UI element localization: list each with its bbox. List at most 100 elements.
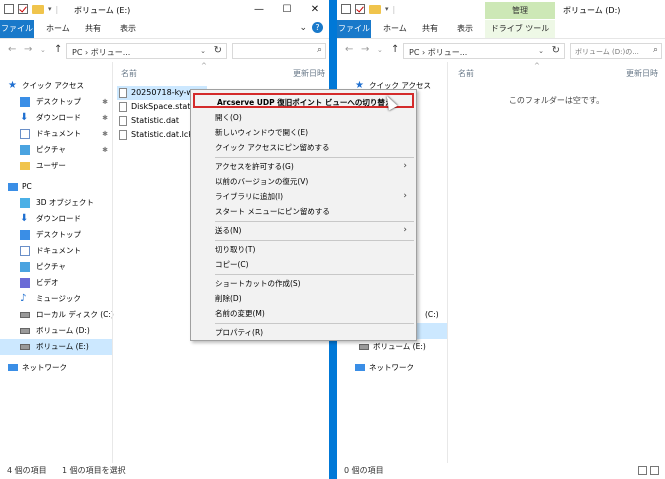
menu-item-restore-previous[interactable]: 以前のバージョンの復元(V) [191, 174, 416, 189]
pin-icon[interactable]: ✱ [102, 142, 108, 158]
nav-item-downloads-pc[interactable]: ⬇ ダウンロード [0, 211, 112, 227]
menu-item-give-access[interactable]: アクセスを許可する(G) › [191, 159, 416, 174]
refresh-icon[interactable]: ↻ [214, 45, 222, 56]
tab-manage[interactable]: 管理 [485, 2, 555, 19]
menu-item-cut[interactable]: 切り取り(T) [191, 242, 416, 257]
nav-item-desktop[interactable]: デスクトップ ✱ [0, 94, 112, 110]
nav-item-downloads[interactable]: ⬇ ダウンロード ✱ [0, 110, 112, 126]
menu-item-send-to[interactable]: 送る(N) › [191, 223, 416, 238]
refresh-icon[interactable]: ↻ [552, 45, 560, 56]
nav-item-quick-access[interactable]: ★ クイック アクセス [0, 78, 112, 94]
menu-item-include-library[interactable]: ライブラリに追加(I) › [191, 189, 416, 204]
large-icons-view-icon[interactable] [650, 466, 659, 475]
drive-icon [359, 344, 369, 350]
nav-item-pictures-pc[interactable]: ピクチャ [0, 259, 112, 275]
nav-item-videos[interactable]: ビデオ [0, 275, 112, 291]
menu-item-copy[interactable]: コピー(C) [191, 257, 416, 272]
breadcrumb[interactable]: PC › ボリュー... [72, 47, 130, 58]
tab-drive-tools[interactable]: ドライブ ツール [485, 20, 555, 38]
tab-share[interactable]: 共有 [85, 20, 101, 38]
up-arrow-icon[interactable]: ↑ [391, 44, 399, 55]
recent-dropdown-icon[interactable]: ⌄ [377, 46, 383, 54]
tab-view[interactable]: 表示 [457, 20, 473, 38]
documents-icon [20, 129, 30, 139]
qat-dropdown-icon[interactable]: ▾ [385, 5, 389, 13]
nav-item-volume-e[interactable]: ボリューム (E:) [337, 339, 447, 355]
window-controls: — ☐ ✕ [245, 0, 329, 20]
search-box[interactable]: ⌕ [232, 43, 326, 59]
nav-item-volume-e[interactable]: ボリューム (E:) [0, 339, 112, 355]
up-arrow-icon[interactable]: ↑ [54, 44, 62, 55]
pin-icon[interactable]: ✱ [102, 110, 108, 126]
help-icon[interactable]: ? [312, 22, 323, 33]
nav-item-3d-objects[interactable]: 3D オブジェクト [0, 195, 112, 211]
recent-dropdown-icon[interactable]: ⌄ [40, 46, 46, 54]
nav-item-documents[interactable]: ドキュメント ✱ [0, 126, 112, 142]
nav-item-music[interactable]: ♪ ミュージック [0, 291, 112, 307]
tab-home[interactable]: ホーム [383, 20, 407, 38]
menu-item-arcserve-switch[interactable]: Arcserve UDP 復旧ポイント ビューへの切り替え [193, 93, 414, 108]
column-header-modified[interactable]: 更新日時 [293, 68, 325, 79]
nav-item-local-disk-c[interactable]: ローカル ディスク (C:) [0, 307, 114, 323]
minimize-button[interactable]: — [245, 0, 273, 20]
back-arrow-icon[interactable]: ← [345, 44, 353, 55]
new-folder-icon[interactable] [32, 4, 44, 14]
details-view-icon[interactable] [638, 466, 647, 475]
drive-icon [20, 312, 30, 318]
nav-item-desktop-pc[interactable]: デスクトップ [0, 227, 112, 243]
properties-icon[interactable] [341, 4, 351, 14]
qat-dropdown-icon[interactable]: ▾ [48, 5, 52, 13]
nav-item-pc[interactable]: PC [0, 179, 112, 195]
menu-item-pin-start[interactable]: スタート メニューにピン留めする [191, 204, 416, 219]
pictures-icon [20, 262, 30, 272]
address-bar[interactable]: PC › ボリュー... ⌄ ↻ [66, 43, 227, 59]
tab-share[interactable]: 共有 [422, 20, 438, 38]
address-dropdown-icon[interactable]: ⌄ [200, 47, 206, 55]
nav-item-documents-pc[interactable]: ドキュメント [0, 243, 112, 259]
tab-home[interactable]: ホーム [46, 20, 70, 38]
menu-item-properties[interactable]: プロパティ(R) [191, 325, 416, 340]
title-bar: ▾ | ボリューム (E:) — ☐ ✕ [0, 0, 329, 20]
menu-item-open-new-window[interactable]: 新しいウィンドウで開く(E) [191, 125, 416, 140]
forward-arrow-icon[interactable]: → [24, 44, 32, 55]
pin-icon[interactable]: ✱ [102, 126, 108, 142]
network-icon [8, 364, 18, 371]
check-doc-icon[interactable] [18, 4, 28, 14]
nav-item-volume-d[interactable]: ボリューム (D:) [0, 323, 112, 339]
breadcrumb[interactable]: PC › ボリュー... [409, 47, 467, 58]
properties-icon[interactable] [4, 4, 14, 14]
nav-item-pictures[interactable]: ピクチャ ✱ [0, 142, 112, 158]
nav-item-network[interactable]: ネットワーク [337, 360, 447, 376]
pin-icon[interactable]: ✱ [102, 94, 108, 110]
tab-file[interactable]: ファイル [0, 20, 34, 38]
back-arrow-icon[interactable]: ← [8, 44, 16, 55]
address-dropdown-icon[interactable]: ⌄ [538, 47, 544, 55]
column-header-name[interactable]: 名前 [458, 68, 474, 79]
quick-access-toolbar: ▾ | [341, 4, 395, 14]
column-header-name[interactable]: 名前 [121, 68, 137, 79]
navigation-bar: ← → ⌄ ↑ PC › ボリュー... ⌄ ↻ ボリューム (D:)の... … [337, 40, 665, 62]
nav-item-user[interactable]: ユーザー [0, 158, 112, 174]
tab-file[interactable]: ファイル [337, 20, 371, 38]
new-folder-icon[interactable] [369, 4, 381, 14]
menu-item-rename[interactable]: 名前の変更(M) [191, 306, 416, 321]
ribbon-expand-icon[interactable]: ⌄ [299, 23, 307, 33]
maximize-button[interactable]: ☐ [273, 0, 301, 20]
forward-arrow-icon[interactable]: → [361, 44, 369, 55]
menu-item-delete[interactable]: 削除(D) [191, 291, 416, 306]
quick-access-star-icon: ★ [8, 80, 17, 91]
nav-item-network[interactable]: ネットワーク [0, 360, 112, 376]
network-icon [355, 364, 365, 371]
menu-item-create-shortcut[interactable]: ショートカットの作成(S) [191, 276, 416, 291]
search-box[interactable]: ボリューム (D:)の... ⌕ [570, 43, 662, 59]
tab-view[interactable]: 表示 [120, 20, 136, 38]
column-header-modified[interactable]: 更新日時 [626, 68, 658, 79]
menu-separator [215, 323, 414, 324]
close-button[interactable]: ✕ [301, 0, 329, 20]
submenu-arrow-icon: › [403, 191, 407, 201]
menu-item-open[interactable]: 開く(O) [191, 110, 416, 125]
menu-item-pin-quick-access[interactable]: クイック アクセスにピン留めする [191, 140, 416, 155]
address-bar[interactable]: PC › ボリュー... ⌄ ↻ [403, 43, 565, 59]
check-doc-icon[interactable] [355, 4, 365, 14]
window-title: ボリューム (E:) [74, 6, 131, 15]
